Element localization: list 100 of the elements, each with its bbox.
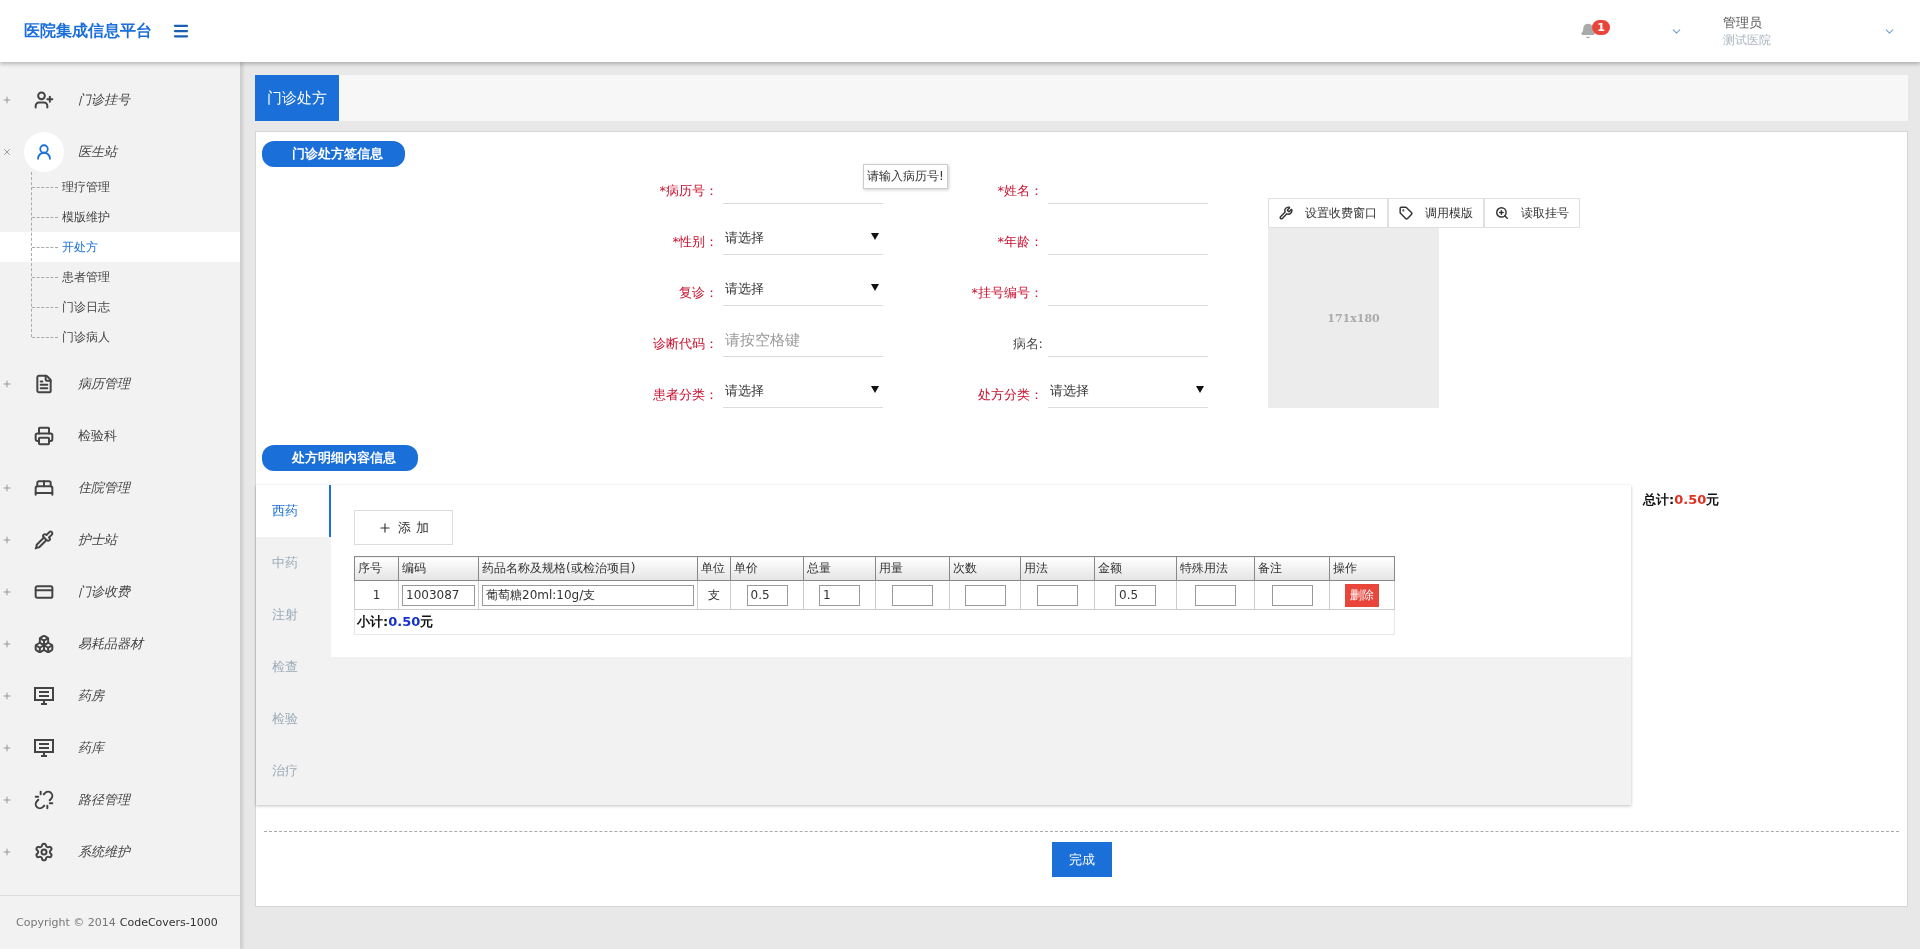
field-label: *病历号：	[659, 182, 718, 200]
field-label: 患者分类：	[653, 386, 718, 404]
caret-icon	[871, 386, 879, 393]
sidebar-label: 易耗品器材	[78, 635, 143, 653]
column-header: 编码	[398, 556, 479, 581]
menu-icon[interactable]	[172, 22, 190, 40]
caret-icon	[871, 284, 879, 291]
sidebar-item[interactable]: 路径管理	[0, 774, 240, 826]
cell-input[interactable]: 0.5	[746, 584, 788, 606]
toolbar-button[interactable]: 调用模版	[1388, 198, 1484, 228]
sidebar-label: 检验科	[78, 427, 117, 445]
app-title: 医院集成信息平台	[24, 20, 152, 42]
table-cell: 1	[372, 588, 381, 602]
finish-button[interactable]: 完成	[1051, 842, 1112, 877]
section-title: 处方明细内容信息	[262, 445, 418, 471]
sidebar-item[interactable]: 药库	[0, 722, 240, 774]
sidebar-item[interactable]: 住院管理	[0, 462, 240, 514]
expand-icon[interactable]	[2, 691, 12, 701]
sidebar-label: 医生站	[78, 143, 117, 161]
submenu-item[interactable]: 开处方	[0, 232, 240, 262]
cell-input[interactable]	[1271, 584, 1313, 606]
column-header: 总量	[803, 556, 876, 581]
column-header: 备注	[1254, 556, 1330, 581]
expand-icon[interactable]	[2, 795, 12, 805]
sidebar-item[interactable]: 易耗品器材	[0, 618, 240, 670]
document-icon	[34, 374, 54, 394]
cell-input[interactable]: 0.5	[1115, 584, 1156, 606]
sidebar-item[interactable]: 护士站	[0, 514, 240, 566]
field-label: 诊断代码：	[653, 335, 718, 353]
category-tab[interactable]: 西药	[256, 485, 331, 537]
sidebar-label: 系统维护	[78, 843, 130, 861]
field-label: *性别：	[672, 233, 718, 251]
submenu-item[interactable]: 患者管理	[0, 262, 240, 292]
printer-icon	[34, 426, 54, 446]
bell-icon[interactable]	[1580, 23, 1597, 39]
zoom-icon	[1495, 206, 1509, 220]
settings-icon	[34, 842, 54, 862]
cell-input[interactable]	[1195, 584, 1236, 606]
brand-text: CodeCovers-1000	[119, 916, 218, 929]
select-field[interactable]: 请选择	[723, 378, 883, 408]
subtotal-text: 小计:0.50元	[357, 614, 434, 629]
notification-badge: 1	[1592, 19, 1610, 35]
column-header: 次数	[949, 556, 1021, 581]
expand-icon[interactable]	[2, 483, 12, 493]
select-field[interactable]: 请选择	[723, 276, 883, 306]
expand-icon[interactable]	[2, 587, 12, 597]
plus-icon	[378, 520, 393, 535]
select-field[interactable]: 请选择	[1048, 378, 1208, 408]
card-icon	[34, 582, 54, 602]
image-size-label: 171x180	[1327, 311, 1380, 325]
sidebar-item[interactable]: 检验科	[0, 410, 240, 462]
toolbar-button[interactable]: 读取挂号	[1484, 198, 1580, 228]
expand-icon[interactable]	[2, 379, 12, 389]
sidebar-label: 病历管理	[78, 375, 130, 393]
expand-icon[interactable]	[2, 847, 12, 857]
expand-icon[interactable]	[2, 95, 12, 105]
column-header: 药品名称及规格(或检治项目)	[478, 556, 698, 581]
cell-input[interactable]: 葡萄糖20ml:10g/支	[482, 584, 694, 606]
sidebar-label: 门诊挂号	[78, 91, 130, 109]
select-field[interactable]: 请选择	[723, 225, 883, 255]
copyright-text: Copyright © 2014	[16, 916, 116, 929]
wrench-icon	[1279, 206, 1293, 220]
sidebar-item[interactable]: 药房	[0, 670, 240, 722]
sidebar-item[interactable]: 门诊收费	[0, 566, 240, 618]
delete-button[interactable]: 删除	[1345, 583, 1379, 607]
add-button[interactable]: 添 加	[354, 510, 453, 545]
monitor-list-icon	[34, 739, 54, 757]
column-header: 单位	[697, 556, 731, 581]
total-text: 总计:0.50元	[1643, 492, 1720, 507]
cell-input[interactable]	[892, 584, 933, 606]
field-label: 处方分类：	[978, 386, 1043, 404]
expand-icon[interactable]	[2, 639, 12, 649]
toolbar-button[interactable]: 设置收费窗口	[1268, 198, 1388, 228]
column-header: 用量	[875, 556, 950, 581]
user-plus-icon	[34, 90, 54, 110]
caret-icon	[1196, 386, 1204, 393]
expand-icon[interactable]	[2, 743, 12, 753]
tooltip: 请输入病历号!	[863, 164, 948, 189]
cell-input[interactable]	[964, 584, 1006, 606]
sidebar-item[interactable]: 病历管理	[0, 358, 240, 410]
sidebar-item[interactable]: 门诊挂号	[0, 74, 240, 126]
caret-icon	[871, 233, 879, 240]
cell-input[interactable]	[1037, 584, 1078, 606]
submenu-item[interactable]: 模版维护	[0, 202, 240, 232]
field-label: 复诊：	[679, 284, 718, 302]
column-header: 用法	[1020, 556, 1095, 581]
submenu-item[interactable]: 门诊日志	[0, 292, 240, 322]
column-header: 序号	[354, 556, 399, 581]
cell-input[interactable]: 1	[819, 584, 860, 606]
column-header: 特殊用法	[1176, 556, 1255, 581]
collapse-icon[interactable]	[2, 147, 12, 157]
cell-input[interactable]: 1003087	[402, 584, 475, 606]
field-label: *姓名：	[997, 182, 1043, 200]
page-tab[interactable]: 门诊处方	[255, 75, 339, 121]
sidebar-item[interactable]: 系统维护	[0, 826, 240, 878]
submenu-item[interactable]: 门诊病人	[0, 322, 240, 352]
expand-icon[interactable]	[2, 535, 12, 545]
column-header: 单价	[730, 556, 804, 581]
column-header: 操作	[1329, 556, 1395, 581]
sidebar-label: 药库	[78, 739, 104, 757]
